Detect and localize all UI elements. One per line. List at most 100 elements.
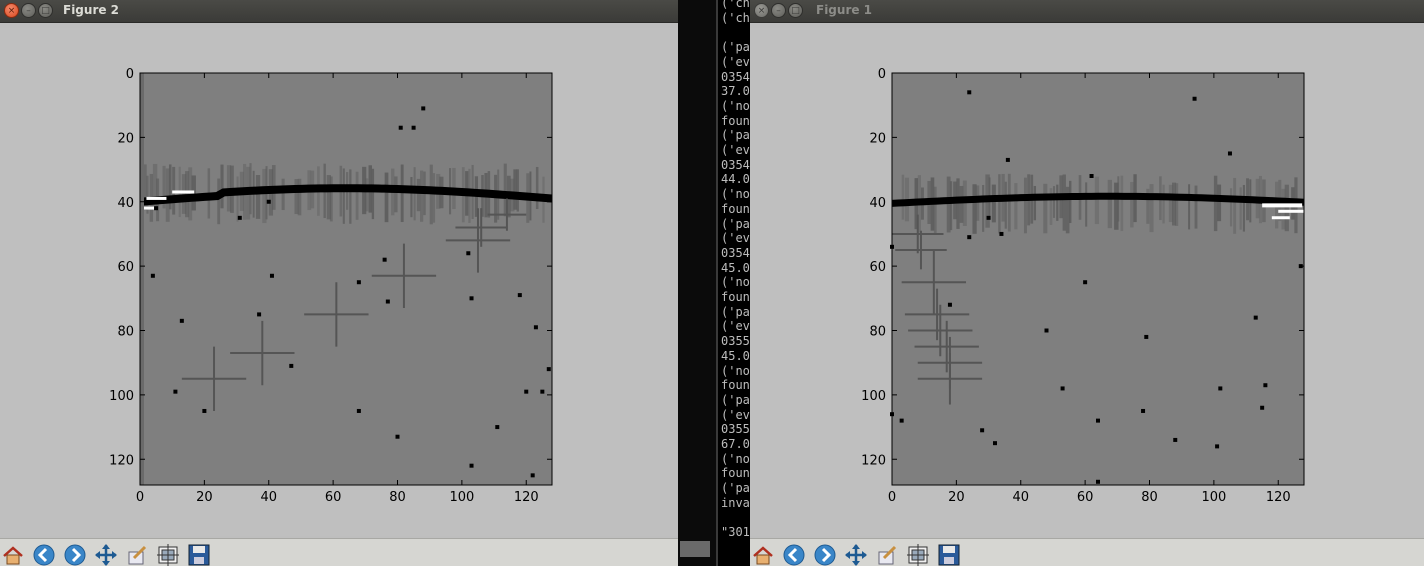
image-background [140, 73, 552, 485]
data-point [1260, 405, 1265, 410]
forward-icon[interactable] [62, 543, 88, 566]
stripe [982, 184, 985, 232]
stripe [998, 174, 1001, 234]
home-icon[interactable] [750, 543, 776, 566]
y-tick-label: 100 [109, 389, 134, 404]
data-point [469, 463, 474, 468]
zoom-icon[interactable] [124, 543, 150, 566]
data-point [986, 215, 991, 220]
terminal-line: foun [721, 113, 750, 128]
data-point [546, 367, 551, 372]
stripe [432, 173, 436, 223]
minimize-icon[interactable]: – [21, 3, 36, 18]
maximize-icon[interactable]: □ [788, 3, 803, 18]
stripe [1217, 184, 1222, 222]
data-point [999, 231, 1004, 236]
stripe [1052, 186, 1056, 218]
stripe [535, 166, 539, 210]
terminal-line: ('pa [721, 128, 750, 143]
stripe [516, 169, 519, 212]
minimize-icon[interactable]: – [771, 3, 786, 18]
data-point [1173, 437, 1178, 442]
pan-icon[interactable] [93, 543, 119, 566]
y-tick-label: 40 [117, 196, 134, 211]
stripe [1242, 184, 1245, 232]
y-tick-label: 80 [117, 325, 134, 340]
data-point [540, 389, 545, 394]
data-point [421, 106, 426, 111]
image-plot[interactable]: 0 0 20 20 40 40 60 60 80 80 100 100 120 120 [0, 28, 678, 536]
axes: 0 0 20 20 40 40 60 60 80 80 100 100 120 120 [861, 67, 1305, 505]
save-icon[interactable] [936, 543, 962, 566]
terminal-line: ('no [721, 451, 750, 466]
data-point [1096, 479, 1100, 484]
figure-canvas[interactable]: 0 0 20 20 40 40 60 60 80 80 100 100 120 120 [750, 28, 1424, 536]
data-point [356, 408, 361, 413]
stripe [1043, 183, 1048, 234]
data-point [530, 473, 535, 478]
data-point [524, 389, 529, 394]
data-point [173, 389, 178, 394]
home-icon[interactable] [0, 543, 26, 566]
data-point [967, 90, 972, 95]
stripe [1233, 177, 1237, 234]
data-point [466, 251, 471, 256]
terminal-line: ('pa [721, 304, 750, 319]
close-icon[interactable]: × [4, 3, 19, 18]
close-icon[interactable]: × [754, 3, 769, 18]
data-point [993, 441, 997, 446]
data-point [980, 428, 985, 433]
x-tick-label: 100 [1201, 490, 1226, 505]
terminal-line: ('ev [721, 231, 750, 246]
x-tick-label: 120 [514, 490, 539, 505]
terminal-line: foun [721, 378, 750, 393]
figure-canvas[interactable]: 0 0 20 20 40 40 60 60 80 80 100 100 120 120 [0, 28, 678, 536]
back-icon[interactable] [781, 543, 807, 566]
terminal-line: ('pa [721, 216, 750, 231]
data-point [385, 299, 390, 304]
data-point [154, 206, 159, 211]
highlight-mark [1271, 216, 1290, 220]
subplots-icon[interactable] [155, 543, 181, 566]
forward-icon[interactable] [812, 543, 838, 566]
terminal-line: 45.0 [721, 260, 750, 275]
terminal-line: 0355 [721, 334, 750, 349]
pan-icon[interactable] [843, 543, 869, 566]
x-tick-label: 20 [196, 490, 213, 505]
back-icon[interactable] [31, 543, 57, 566]
x-tick-label: 60 [325, 490, 342, 505]
highlight-mark [1262, 203, 1303, 208]
data-point [269, 273, 274, 278]
stripe [365, 178, 369, 212]
terminal-line: 0355 [721, 422, 750, 437]
maximize-icon[interactable]: □ [38, 3, 53, 18]
save-icon[interactable] [186, 543, 212, 566]
terminal-line: foun [721, 466, 750, 481]
x-tick-label: 80 [389, 490, 406, 505]
terminal-window[interactable]: ('ch ('ch ('pa ('ev 0354 37.0 ('no foun ('pa ('ev… [716, 0, 752, 566]
stripe [342, 168, 345, 224]
stripe [1149, 184, 1154, 233]
data-point [1089, 174, 1094, 178]
stripe [1007, 173, 1011, 232]
stripe [420, 170, 424, 222]
stripe [281, 178, 285, 211]
stripe [513, 169, 518, 210]
stripe [1056, 184, 1059, 221]
navigation-toolbar [0, 538, 678, 566]
zoom-icon[interactable] [874, 543, 900, 566]
image-plot[interactable]: 0 0 20 20 40 40 60 60 80 80 100 100 120 120 [750, 28, 1424, 536]
stripe [413, 167, 416, 221]
titlebar: × – □ Figure 1 [750, 0, 1424, 23]
terminal-line: ('ev [721, 143, 750, 157]
stripe [371, 168, 375, 220]
subplots-icon[interactable] [905, 543, 931, 566]
terminal-line: ('ev [721, 319, 750, 334]
stripe [297, 178, 302, 216]
data-point [1005, 157, 1010, 162]
left-edge [140, 73, 144, 485]
stripe [394, 176, 398, 213]
stripe [1130, 181, 1134, 228]
axes: 0 0 20 20 40 40 60 60 80 80 100 100 120 120 [109, 67, 553, 505]
titlebar: × – □ Figure 2 [0, 0, 678, 23]
